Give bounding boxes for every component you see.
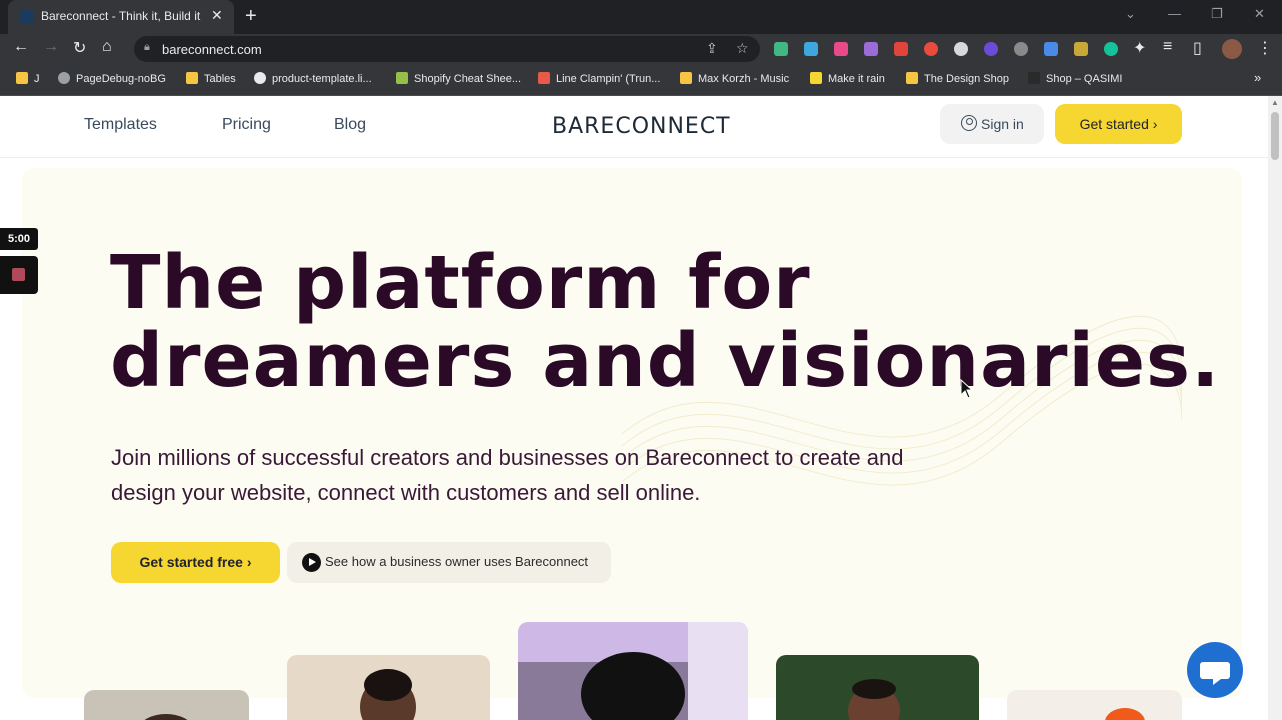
scroll-up-icon[interactable]: ▲ [1271,98,1279,107]
bookmark-star-icon[interactable]: ☆ [736,40,749,57]
css-tricks-icon [538,72,550,84]
extension-icon[interactable] [894,42,908,56]
lock-icon[interactable]: 🔒︎ [144,41,150,54]
signin-button[interactable]: Sign in [940,104,1044,144]
tab-strip: Bareconnect - Think it, Build it ✕ + ⌄ —… [0,0,1282,34]
chat-button[interactable] [1187,642,1243,698]
tab-title: Bareconnect - Think it, Build it [41,9,201,23]
signin-label: Sign in [981,116,1024,132]
tab-search-icon[interactable]: ⌄ [1125,6,1136,22]
photo-illustration [1105,708,1145,720]
favicon-icon [20,10,34,24]
bookmark-item[interactable]: Make it rain [810,72,885,85]
creator-photo [84,690,249,720]
vue-extension-icon[interactable] [774,42,788,56]
extension-icon[interactable] [954,42,968,56]
side-panel-icon[interactable]: ▯ [1193,38,1202,58]
hero-title: The platform for dreamers and visionarie… [110,244,1220,400]
hero-subtitle: Join millions of successful creators and… [111,445,904,505]
creator-photo [287,655,490,720]
photo-illustration [518,622,748,720]
restore-icon[interactable]: ❐ [1211,6,1223,22]
bookmark-item[interactable]: Max Korzh - Music [680,72,789,85]
page-scrollbar[interactable]: ▲ [1268,96,1282,720]
site-logo[interactable]: BARECONNECT [552,114,731,139]
watch-video-label: See how a business owner uses Bareconnec… [325,554,589,569]
extension-icon[interactable] [834,42,848,56]
get-started-free-button[interactable]: Get started free › [111,542,280,583]
extension-icon[interactable] [1074,42,1088,56]
folder-icon [16,72,28,84]
bookmark-item[interactable]: PageDebug-noBG [58,72,166,85]
globe-icon [58,72,70,84]
stop-recording-button[interactable] [0,256,38,294]
github-icon [254,72,266,84]
site-header: Templates Pricing Blog BARECONNECT Sign … [0,96,1268,158]
reading-list-icon[interactable]: ≡ [1163,38,1172,56]
folder-icon [186,72,198,84]
bookmark-item[interactable]: product-template.li... [254,72,372,85]
bookmark-item[interactable]: J [16,72,40,85]
extension-icon[interactable] [924,42,938,56]
new-tab-button[interactable]: + [245,5,257,28]
bookmark-item[interactable]: The Design Shop [906,72,1009,85]
share-icon[interactable]: ⇪ [706,40,718,57]
scrollbar-thumb[interactable] [1271,112,1279,160]
extension-icon[interactable] [1014,42,1028,56]
shopify-icon [396,72,408,84]
extension-icon[interactable] [864,42,878,56]
play-icon [302,553,321,572]
extension-icon[interactable] [804,42,818,56]
bookmark-item[interactable]: Tables [186,72,236,85]
home-icon[interactable]: ⌂ [102,38,112,56]
nav-blog[interactable]: Blog [334,116,366,134]
chat-bubble-icon [1200,662,1230,685]
hand-icon [906,72,918,84]
bookmark-item[interactable]: Shop – QASIMI [1028,72,1122,85]
photo-illustration [144,714,188,720]
bookmarks-bar: J PageDebug-noBG Tables product-template… [0,64,1282,96]
creator-photo [776,655,979,720]
reload-icon[interactable]: ↻ [73,38,86,58]
creator-photo [1007,690,1182,720]
forward-icon[interactable]: → [43,38,59,56]
back-icon[interactable]: ← [13,38,29,56]
url-text: bareconnect.com [162,42,262,57]
music-icon [680,72,692,84]
extension-icon[interactable] [1044,42,1058,56]
recording-timer: 5:00 [0,228,38,250]
tab-close-icon[interactable]: ✕ [211,7,223,24]
close-window-icon[interactable]: ✕ [1254,6,1265,22]
bookmark-item[interactable]: Shopify Cheat Shee... [396,72,521,85]
shop-icon [1028,72,1040,84]
watch-video-button[interactable]: See how a business owner uses Bareconnec… [287,542,611,583]
hero-title-line: dreamers and visionaries. [110,318,1221,404]
browser-chrome: Bareconnect - Think it, Build it ✕ + ⌄ —… [0,0,1282,96]
address-bar[interactable]: 🔒︎ bareconnect.com ⇪ ☆ [134,36,760,62]
note-icon [810,72,822,84]
bookmark-item[interactable]: Line Clampin' (Trun... [538,72,660,85]
minimize-icon[interactable]: — [1168,6,1181,21]
page-viewport: Templates Pricing Blog BARECONNECT Sign … [0,96,1282,720]
photo-illustration [360,669,416,720]
grammarly-icon[interactable] [1104,42,1118,56]
menu-dots-icon[interactable]: ⋮ [1257,38,1273,58]
photo-illustration [848,679,900,720]
mouse-cursor-icon [960,379,974,399]
bookmarks-more-icon[interactable]: » [1254,70,1261,85]
extension-icon[interactable] [984,42,998,56]
get-started-button[interactable]: Get started › [1055,104,1182,144]
hero-title-line: The platform for [110,240,811,326]
browser-toolbar: ← → ↻ ⌂ 🔒︎ bareconnect.com ⇪ ☆ ✦ ≡ ▯ ⋮ [0,34,1282,64]
profile-avatar[interactable] [1222,39,1242,59]
user-icon [961,115,977,131]
nav-pricing[interactable]: Pricing [222,116,271,134]
extensions-puzzle-icon[interactable]: ✦ [1133,38,1146,58]
creator-photo [518,622,748,720]
tab-active[interactable]: Bareconnect - Think it, Build it ✕ [8,0,234,34]
nav-templates[interactable]: Templates [84,116,157,134]
